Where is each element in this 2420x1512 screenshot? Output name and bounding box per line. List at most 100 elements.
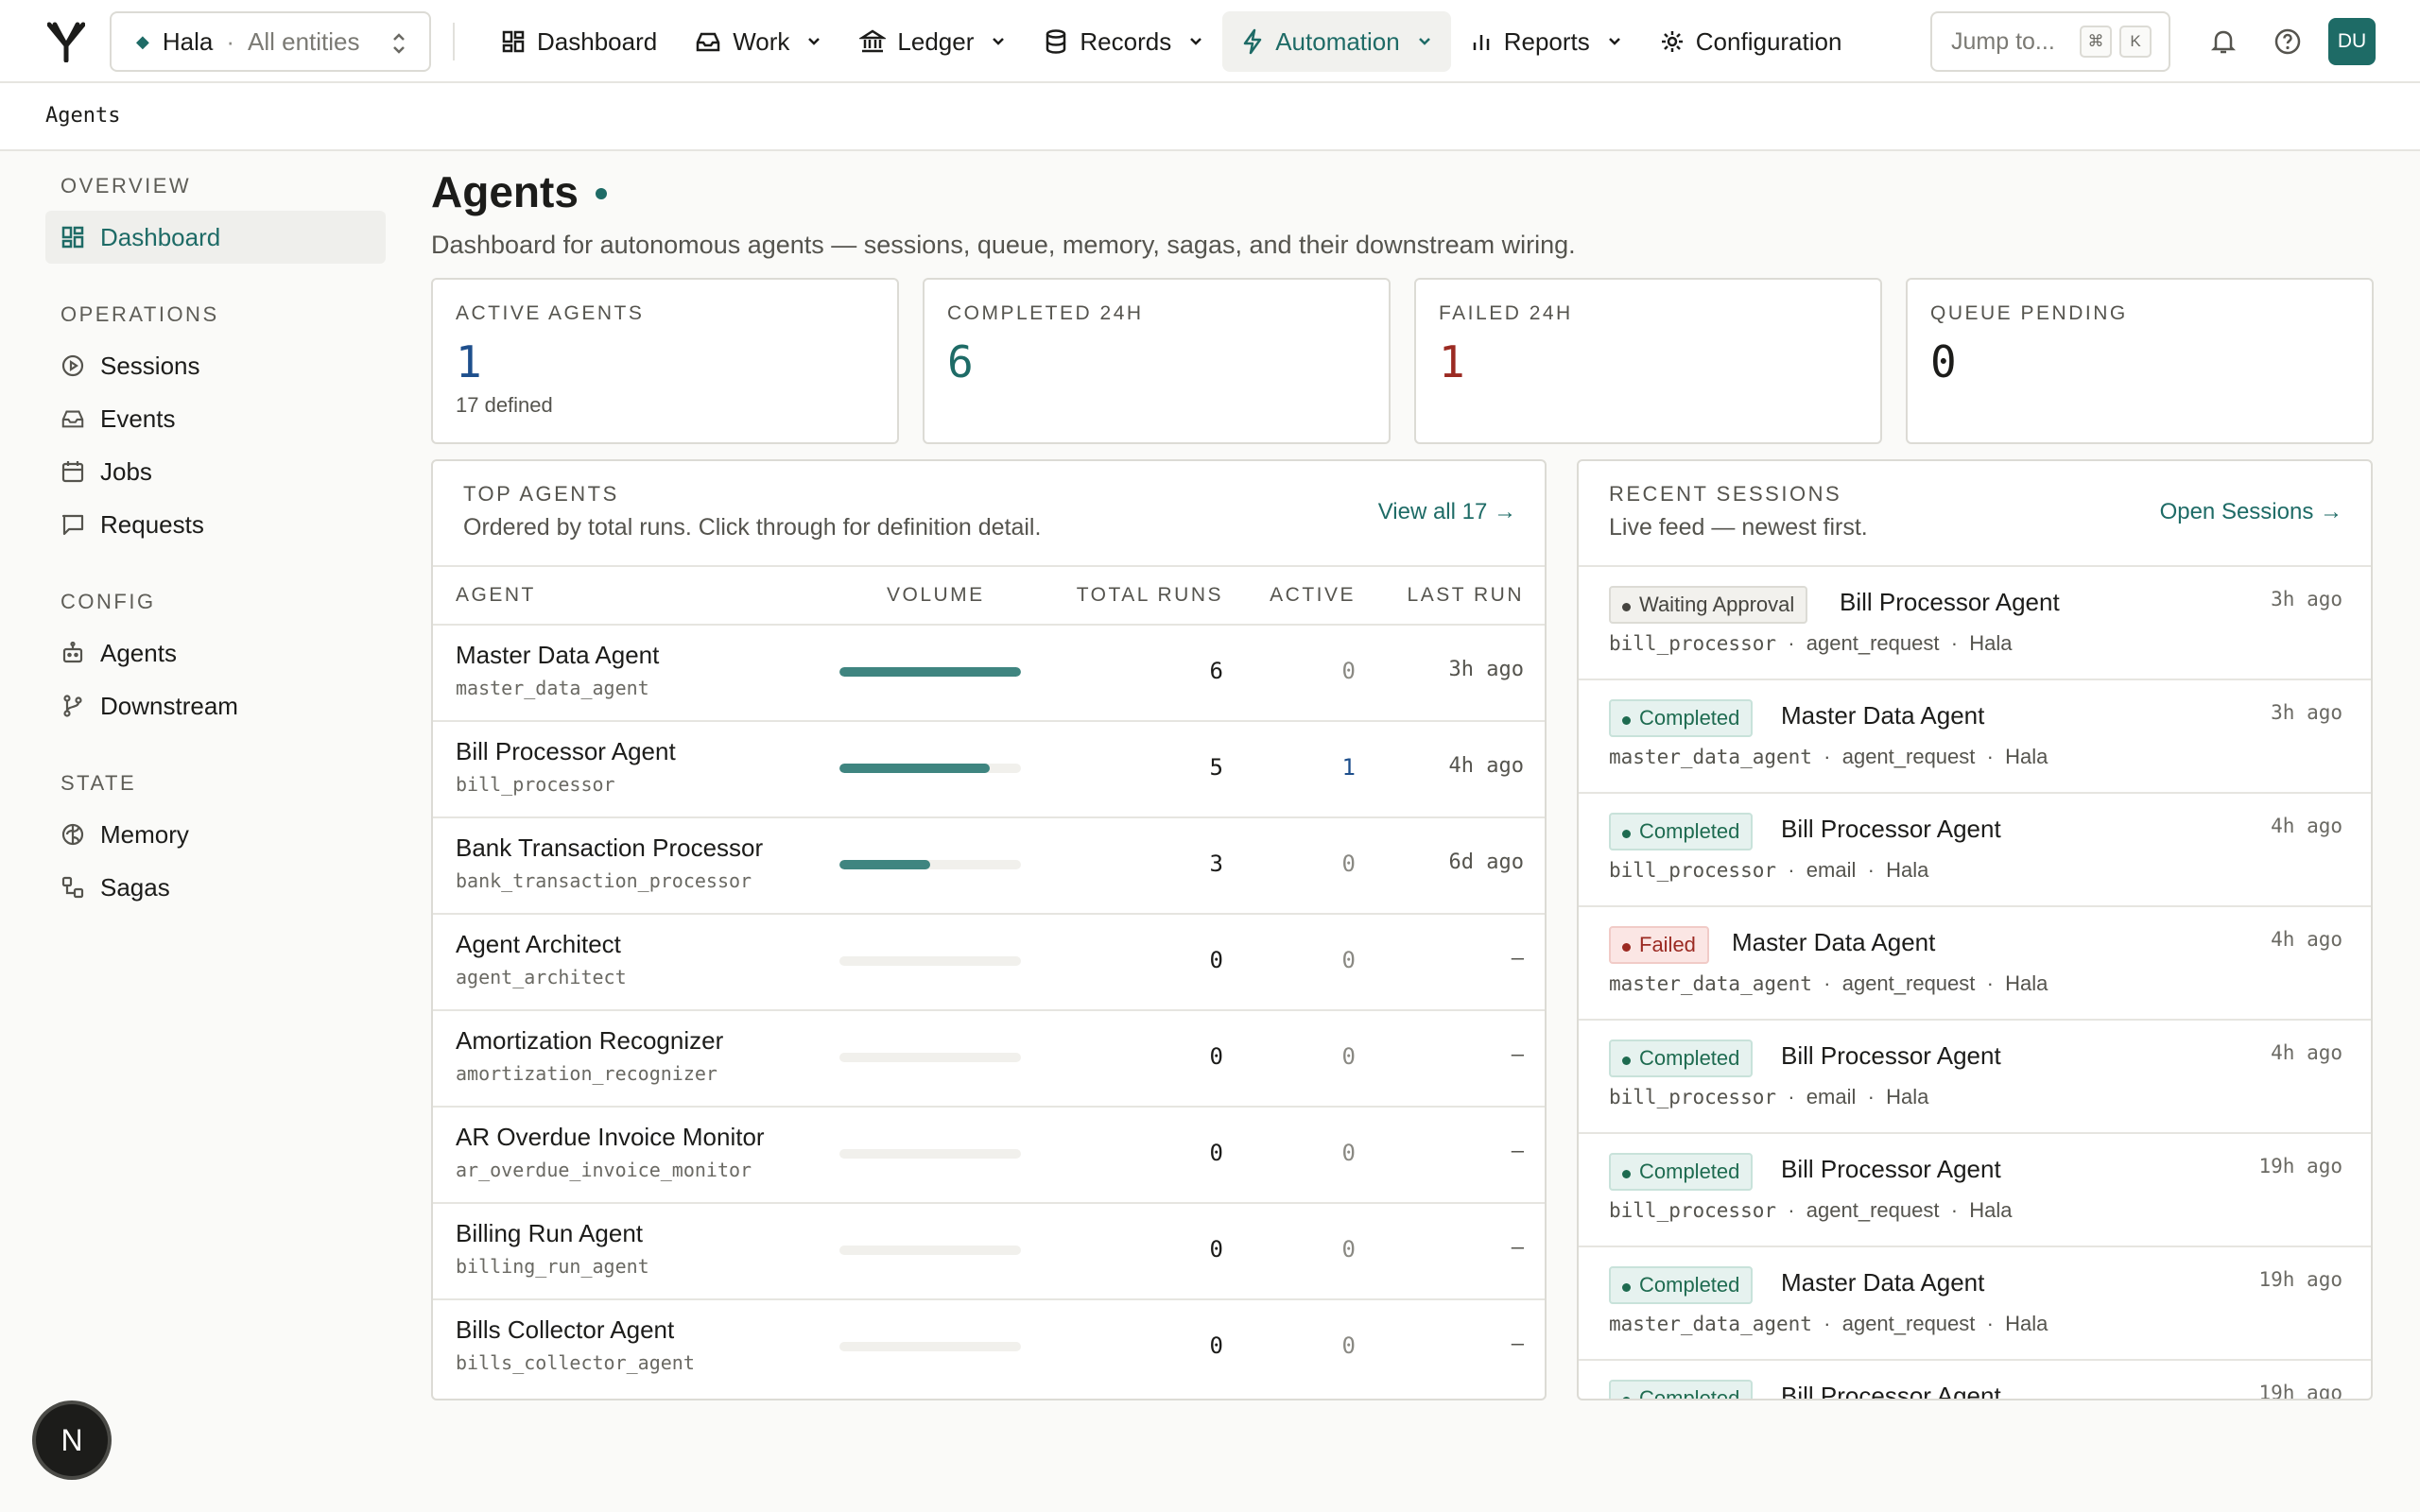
nav-reports[interactable]: Reports [1451,11,1641,72]
sidebar-item-jobs[interactable]: Jobs [45,445,386,498]
kpi-label: ACTIVE AGENTS [456,302,645,324]
breadcrumb[interactable]: Agents [45,104,120,128]
table-row[interactable]: Agent Architect agent_architect 0 0 — [433,915,1545,1011]
inbox-icon [61,410,84,428]
sidebar-item-dashboard[interactable]: Dashboard [45,211,386,264]
page-title-text: Agents [431,167,579,216]
session-agent-name: Bill Processor Agent [1840,588,2060,616]
session-row[interactable]: CompletedBill Processor Agentbill_proces… [1579,794,2371,907]
volume-bar [839,1053,1021,1062]
table-row[interactable]: Amortization Recognizer amortization_rec… [433,1011,1545,1108]
session-agent-name: Bill Processor Agent [1781,1382,2001,1400]
nav-automation[interactable]: Automation [1222,11,1451,72]
session-trigger: agent_request [1841,745,1976,768]
volume-fill [839,860,930,869]
status-dot [595,188,607,199]
sidebar-item-memory[interactable]: Memory [45,808,386,861]
kbd-cmd: ⌘ [2080,26,2112,58]
total-runs: 3 [1209,850,1223,877]
nav-configuration[interactable]: Configuration [1641,11,1861,72]
meta-separator: · [1811,971,1842,995]
message-icon [61,514,84,536]
bell-icon[interactable] [2208,26,2238,57]
table-row[interactable]: Bills Collector Agent bills_collector_ag… [433,1300,1545,1397]
last-run: 3h ago [1448,658,1524,681]
sidebar-item-events[interactable]: Events [45,392,386,445]
assistant-launcher-button[interactable]: N [36,1404,108,1476]
nav-dashboard-label: Dashboard [537,26,658,56]
meta-separator: · [1856,858,1887,882]
column-header-last-run[interactable]: LAST RUN [1408,584,1524,607]
table-row[interactable]: Bank Transaction Processor bank_transact… [433,818,1545,915]
nav-records[interactable]: Records [1025,11,1222,72]
table-row[interactable]: Bill Processor Agent bill_processor 5 1 … [433,722,1545,818]
session-row[interactable]: Completed Master Data Agent master_data_ag… [1579,680,2371,794]
sidebar-item-sagas[interactable]: Sagas [45,861,386,914]
chevron-down-icon [1190,38,1202,45]
last-run: — [1511,1043,1524,1067]
meta-separator: · [1776,1198,1806,1222]
column-header-agent[interactable]: AGENT [456,584,536,607]
sidebar-item-label: Memory [100,819,189,849]
jump-placeholder: Jump to... [1951,27,2055,55]
sidebar-section-operations: OPERATIONS [60,302,219,326]
session-entity: Hala [1886,1085,1929,1108]
table-header: AGENT VOLUME TOTAL RUNS ACTIVE LAST RUN [433,565,1545,626]
avatar[interactable]: DU [2328,18,2376,65]
session-row[interactable]: Failed Master Data Agent master_data_agent… [1579,907,2371,1021]
table-row[interactable]: Billing Run Agent billing_run_agent 0 0 … [433,1204,1545,1300]
column-header-active[interactable]: ACTIVE [1270,584,1356,607]
help-icon[interactable] [2273,26,2303,57]
table-row[interactable]: AR Overdue Invoice Monitor ar_overdue_in… [433,1108,1545,1204]
jump-to-search[interactable]: Jump to... ⌘ K [1930,11,2170,72]
entity-switcher[interactable]: ◆ Hala · All entities [110,11,431,72]
session-entity: Hala [1969,1198,2013,1222]
sidebar-section-config: CONFIG [60,590,156,613]
logo-icon[interactable] [47,21,85,62]
nav-dashboard[interactable]: Dashboard [482,11,676,72]
session-row[interactable]: Completed Master Data Agent master_data_ag… [1579,1247,2371,1361]
session-row[interactable]: CompletedBill Processor Agentbill_proces… [1579,1021,2371,1134]
meta-separator: · [1776,631,1806,655]
sidebar-item-agents[interactable]: Agents [45,627,386,679]
agent-id: ar_overdue_invoice_monitor [456,1159,752,1181]
session-agent-id: bill_processor [1609,1199,1777,1222]
panel-title: TOP AGENTS [463,482,619,506]
session-row[interactable]: CompletedBill Processor Agentbill_proces… [1579,1134,2371,1247]
status-badge: Failed [1609,926,1709,964]
nav-ledger[interactable]: Ledger [840,11,1025,72]
sidebar-section-state: STATE [60,771,137,795]
brain-icon [61,823,84,846]
bolt-icon [1243,28,1262,55]
active-count: 0 [1341,1043,1356,1070]
session-agent-id: master_data_agent [1609,1313,1812,1335]
nav-ledger-label: Ledger [897,26,975,56]
table-row[interactable]: Master Data Agent master_data_agent 6 0 … [433,626,1545,722]
bank-icon [859,29,887,53]
nav-divider [453,23,455,60]
nav-work[interactable]: Work [676,11,840,72]
volume-fill [839,667,1021,677]
session-row[interactable]: Waiting Approval Bill Processor Agent bill… [1579,567,2371,680]
active-count: 0 [1341,1236,1356,1263]
nav-configuration-label: Configuration [1695,26,1842,56]
sidebar-item-label: Agents [100,638,177,667]
column-header-volume[interactable]: VOLUME [887,584,985,607]
open-sessions-link[interactable]: Open Sessions → [2160,499,2342,525]
session-entity: Hala [2005,745,2048,768]
bar-chart-icon [1473,35,1489,50]
sidebar-item-requests[interactable]: Requests [45,498,386,551]
sidebar-item-downstream[interactable]: Downstream [45,679,386,732]
view-all-agents-link[interactable]: View all 17 → [1378,499,1516,525]
chevron-down-icon [993,38,1005,45]
sidebar-item-sessions[interactable]: Sessions [45,339,386,392]
status-badge: Completed [1609,1040,1754,1077]
status-badge: Completed [1609,1380,1754,1399]
session-agent-id: bill_processor [1609,632,1777,655]
kpi-completed-24h: COMPLETED 24H 6 [923,278,1391,444]
meta-separator: · [1975,745,2006,768]
column-header-total-runs[interactable]: TOTAL RUNS [1077,584,1223,607]
agent-name: Master Data Agent [456,641,660,669]
branch-icon [63,695,82,717]
session-row[interactable]: CompletedBill Processor Agentbill_proces… [1579,1361,2371,1400]
